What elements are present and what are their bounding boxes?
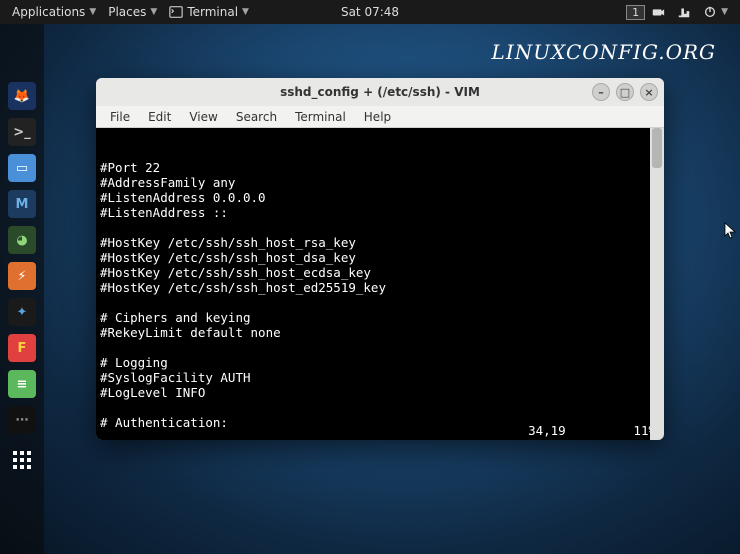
grid-icon — [13, 451, 31, 469]
editor-line — [100, 220, 660, 235]
window-titlebar[interactable]: sshd_config + (/etc/ssh) - VIM – □ × — [96, 78, 664, 106]
vim-status: 34,19 11% — [528, 423, 656, 438]
editor-line: #Port 22 — [100, 160, 660, 175]
dock: 🦊 >_ ▭ M ◕ ⚡ ✦ F ≡ ⋯ — [0, 24, 44, 554]
editor-line: #HostKey /etc/ssh/ssh_host_ecdsa_key — [100, 265, 660, 280]
mouse-pointer-icon — [724, 222, 738, 244]
editor-line: #AddressFamily any — [100, 175, 660, 190]
close-button[interactable]: × — [640, 83, 658, 101]
editor-line: # Logging — [100, 355, 660, 370]
workspace-indicator[interactable]: 1 — [626, 5, 645, 20]
watermark: LINUXCONFIG.ORG — [492, 40, 716, 64]
menu-terminal[interactable]: Terminal — [287, 108, 354, 126]
places-menu[interactable]: Places ▼ — [102, 5, 163, 19]
launcher-faraday[interactable]: F — [8, 334, 36, 362]
applications-label: Applications — [12, 5, 85, 19]
terminal-window: sshd_config + (/etc/ssh) - VIM – □ × Fil… — [96, 78, 664, 440]
scrollbar-thumb[interactable] — [652, 128, 662, 168]
launcher-tool[interactable]: ✦ — [8, 298, 36, 326]
editor-line — [100, 400, 660, 415]
launcher-more[interactable]: ⋯ — [8, 406, 36, 434]
editor-line: # Ciphers and keying — [100, 310, 660, 325]
editor-line: #HostKey /etc/ssh/ssh_host_rsa_key — [100, 235, 660, 250]
launcher-files[interactable]: ▭ — [8, 154, 36, 182]
terminal-label: Terminal — [187, 5, 238, 19]
menu-search[interactable]: Search — [228, 108, 285, 126]
applications-menu[interactable]: Applications ▼ — [6, 5, 102, 19]
window-title: sshd_config + (/etc/ssh) - VIM — [280, 85, 480, 99]
network-icon[interactable] — [671, 5, 697, 19]
launcher-firefox[interactable]: 🦊 — [8, 82, 36, 110]
editor-line: #HostKey /etc/ssh/ssh_host_ed25519_key — [100, 280, 660, 295]
editor-line — [100, 340, 660, 355]
minimize-button[interactable]: – — [592, 83, 610, 101]
chevron-down-icon: ▼ — [150, 7, 157, 17]
terminal-menu[interactable]: Terminal ▼ — [163, 5, 255, 19]
maximize-button[interactable]: □ — [616, 83, 634, 101]
menu-edit[interactable]: Edit — [140, 108, 179, 126]
editor-line: #LogLevel INFO — [100, 385, 660, 400]
editor-line: #SyslogFacility AUTH — [100, 370, 660, 385]
terminal-content[interactable]: #Port 22#AddressFamily any#ListenAddress… — [96, 128, 664, 440]
scrollbar[interactable] — [650, 128, 664, 440]
menu-view[interactable]: View — [181, 108, 225, 126]
editor-line: #ListenAddress 0.0.0.0 — [100, 190, 660, 205]
chevron-down-icon: ▼ — [89, 7, 96, 17]
top-panel: Applications ▼ Places ▼ Terminal ▼ Sat 0… — [0, 0, 740, 24]
menu-help[interactable]: Help — [356, 108, 399, 126]
camera-icon[interactable] — [645, 5, 671, 19]
places-label: Places — [108, 5, 146, 19]
clock[interactable]: Sat 07:48 — [335, 5, 405, 19]
menu-file[interactable]: File — [102, 108, 138, 126]
chevron-down-icon: ▼ — [242, 7, 249, 17]
power-icon[interactable]: ▼ — [697, 5, 734, 19]
launcher-metasploit[interactable]: M — [8, 190, 36, 218]
editor-line: #RekeyLimit default none — [100, 325, 660, 340]
editor-line: #HostKey /etc/ssh/ssh_host_dsa_key — [100, 250, 660, 265]
launcher-recon[interactable]: ◕ — [8, 226, 36, 254]
window-menubar: FileEditViewSearchTerminalHelp — [96, 106, 664, 128]
editor-line: #ListenAddress :: — [100, 205, 660, 220]
launcher-app[interactable]: ≡ — [8, 370, 36, 398]
launcher-burp[interactable]: ⚡ — [8, 262, 36, 290]
chevron-down-icon: ▼ — [721, 7, 728, 17]
launcher-terminal[interactable]: >_ — [8, 118, 36, 146]
editor-line — [100, 295, 660, 310]
terminal-icon — [169, 5, 183, 19]
show-apps-button[interactable] — [8, 446, 36, 474]
